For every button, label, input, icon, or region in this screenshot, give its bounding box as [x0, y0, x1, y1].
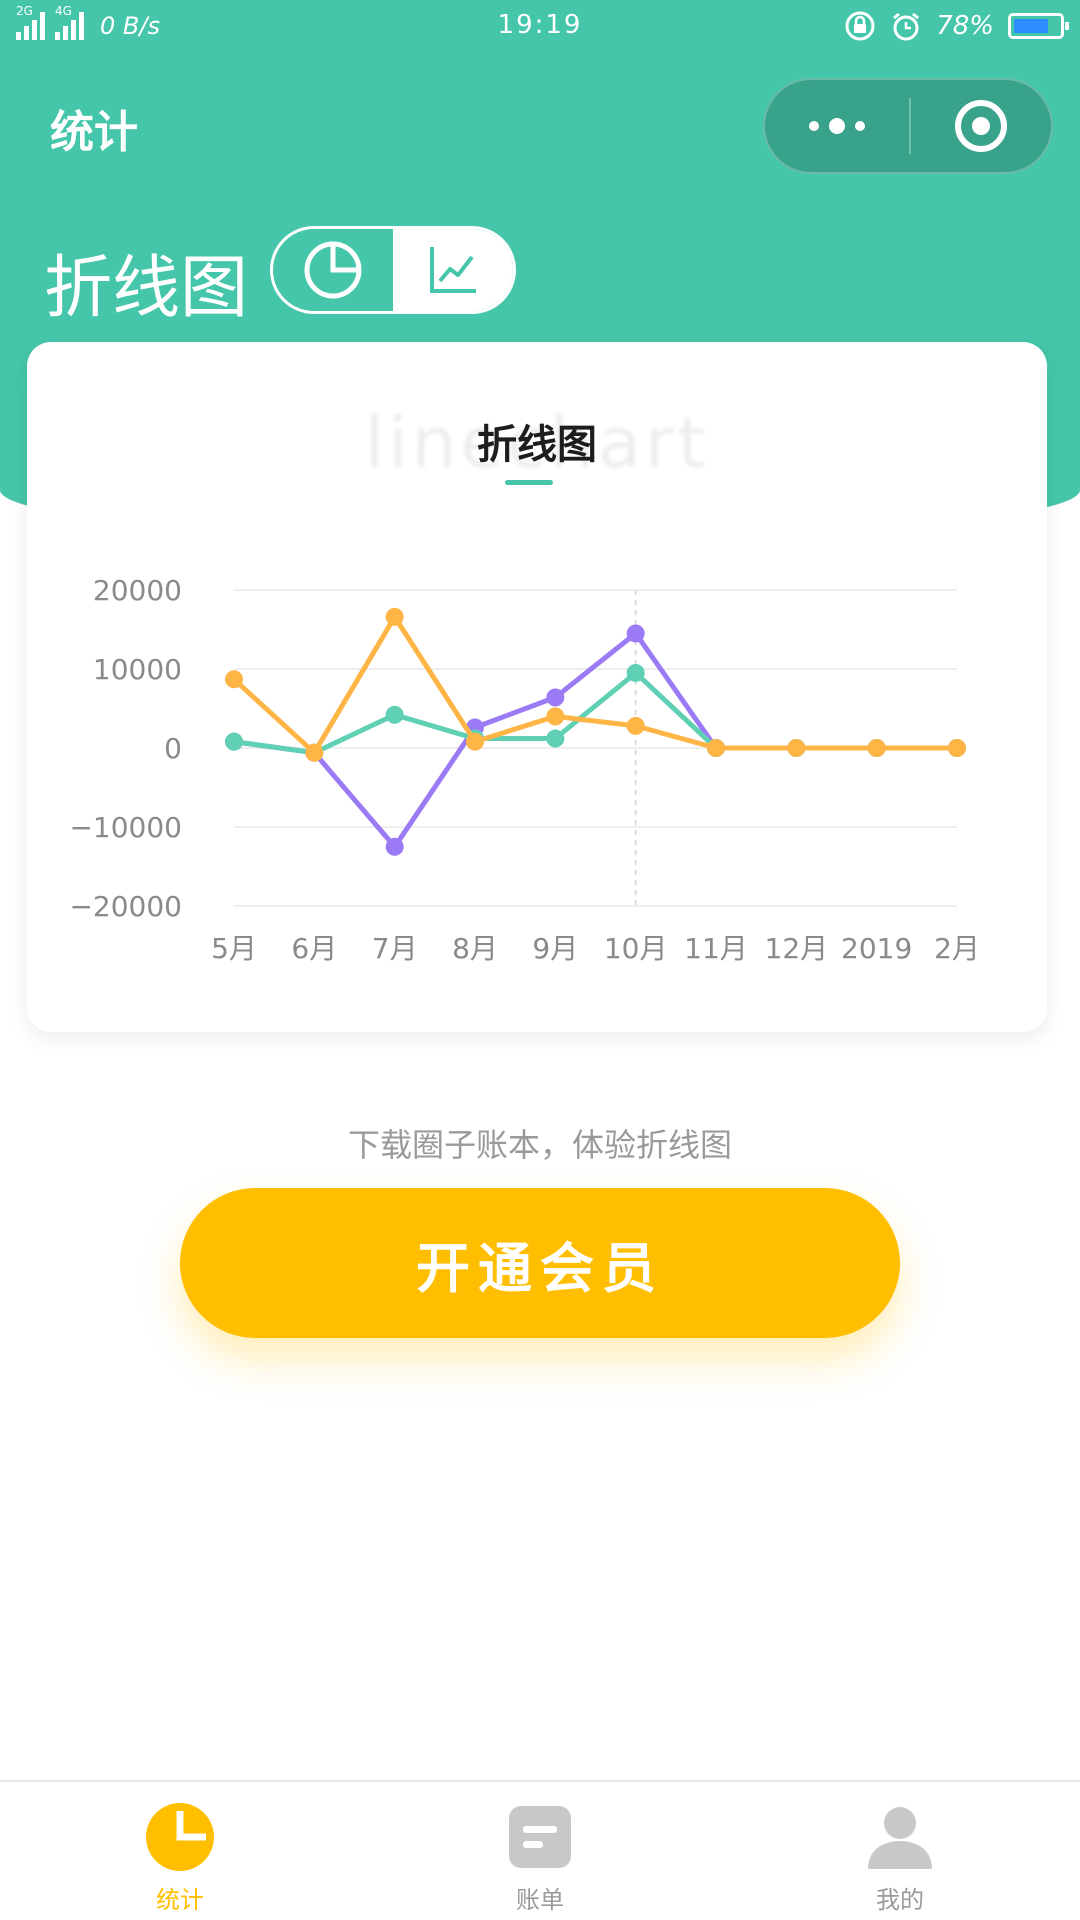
- data-point: [385, 607, 404, 626]
- x-tick-label: 6月: [291, 932, 337, 965]
- data-point: [626, 663, 645, 682]
- status-right: 78%: [844, 10, 1069, 42]
- x-tick-label: 8月: [452, 932, 498, 965]
- open-membership-button[interactable]: 开通会员: [180, 1188, 900, 1338]
- chart-card: linechart 折线图 20000 10000 0 −10000 −20000 5月 6…: [27, 342, 1047, 1032]
- data-point: [305, 743, 324, 762]
- bill-tab-icon: [509, 1806, 571, 1868]
- data-point: [225, 670, 243, 689]
- tab-label-statistics: 统计: [156, 1886, 204, 1914]
- data-point: [787, 739, 806, 757]
- tab-label-bills: 账单: [516, 1886, 564, 1914]
- pie-chart-icon: [304, 241, 362, 299]
- pie-chart-tab-icon: [146, 1803, 214, 1871]
- data-point: [385, 837, 404, 856]
- x-tick-label: 10月: [604, 932, 668, 965]
- toggle-pie-chart[interactable]: [273, 229, 393, 311]
- data-point: [225, 732, 243, 751]
- x-tick-label: 7月: [372, 932, 418, 965]
- data-point: [626, 716, 645, 735]
- x-tick-label: 2月: [934, 932, 980, 965]
- tab-statistics[interactable]: 统计: [0, 1782, 360, 1920]
- battery-percent: 78%: [936, 11, 994, 41]
- x-tick-label: 5月: [211, 932, 257, 965]
- data-point: [626, 624, 645, 643]
- y-tick-label: 20000: [93, 574, 182, 607]
- rotation-lock-icon: [845, 11, 875, 41]
- series-line: [231, 614, 960, 756]
- line-chart: 20000 10000 0 −10000 −20000 5月 6月 7月 8月 9月 10月 11月 1…: [69, 574, 980, 965]
- x-tick-label: 11月: [684, 932, 748, 965]
- more-dots-icon[interactable]: [765, 80, 909, 172]
- status-bar: 2G 4G 0 B/s 19:19 78%: [0, 0, 1080, 52]
- tab-label-mine: 我的: [876, 1886, 924, 1914]
- data-point: [546, 729, 565, 748]
- data-point: [707, 739, 725, 757]
- mini-program-capsule: [763, 78, 1053, 174]
- data-point: [385, 705, 404, 724]
- promo-text: 下载圈子账本，体验折线图: [347, 1126, 732, 1164]
- y-tick-label: 10000: [93, 653, 182, 686]
- y-tick-label: −20000: [69, 890, 182, 923]
- tab-mine[interactable]: 我的: [720, 1782, 1080, 1920]
- x-tick-label: 9月: [532, 932, 578, 965]
- data-point: [466, 732, 484, 751]
- tab-bills[interactable]: 账单: [360, 1782, 720, 1920]
- user-tab-icon: [868, 1807, 932, 1869]
- toggle-line-chart[interactable]: [393, 229, 513, 311]
- data-point: [948, 739, 966, 757]
- alarm-icon: [893, 12, 920, 41]
- data-point: [867, 739, 886, 757]
- y-tick-label: 0: [164, 732, 182, 765]
- line-chart-icon: [430, 247, 476, 293]
- target-close-icon[interactable]: [911, 80, 1051, 172]
- x-tick-label: 2019: [841, 932, 912, 965]
- tab-bar: 统计 账单 我的: [0, 1780, 1080, 1920]
- series-line: [231, 670, 960, 756]
- page-title: 折线图: [44, 249, 249, 328]
- y-tick-label: −10000: [69, 811, 182, 844]
- data-point: [546, 688, 565, 707]
- battery-icon: [1008, 13, 1069, 39]
- nav-title: 统计: [50, 107, 138, 158]
- data-point: [546, 707, 565, 726]
- x-tick-label: 12月: [765, 932, 829, 965]
- chart-type-toggle: [270, 226, 516, 314]
